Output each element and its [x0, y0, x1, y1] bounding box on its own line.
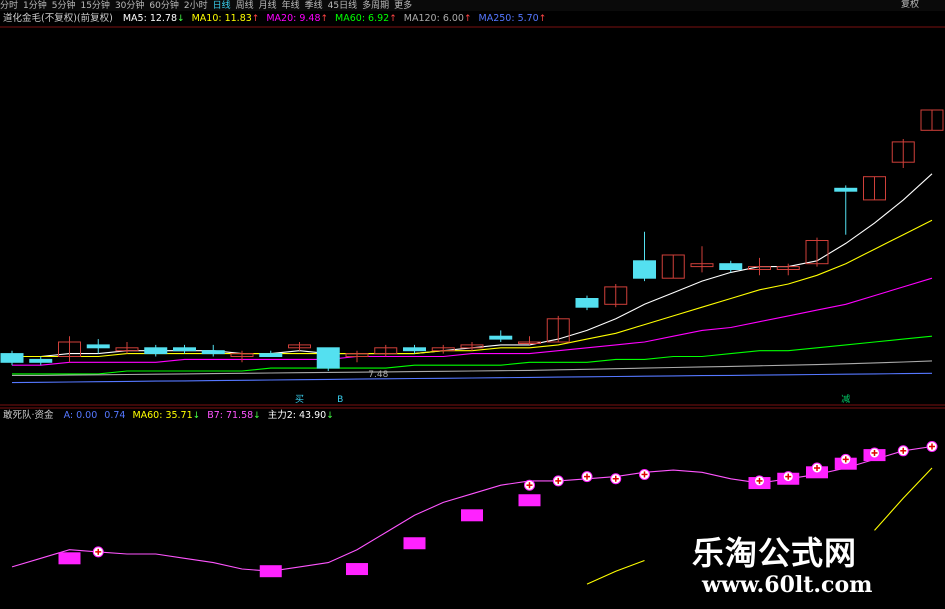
signal-box	[346, 563, 368, 576]
sub-line-ma60	[586, 559, 645, 585]
candle-body	[719, 263, 743, 271]
candle-body	[173, 347, 196, 352]
signal-mark: 减	[841, 393, 850, 405]
signal-box	[403, 537, 426, 550]
candle-body	[0, 353, 24, 363]
watermark-cn: 乐淘公式网	[692, 534, 858, 572]
stock-chart[interactable]: 7.48 买 B 减	[0, 0, 945, 609]
signal-box	[461, 509, 483, 522]
ma-line-ma5	[12, 173, 933, 358]
candle-body	[86, 344, 110, 349]
candle-body	[403, 347, 426, 352]
candle-body	[834, 187, 858, 192]
sub-line-ma60	[874, 467, 933, 531]
signal-mark: B	[337, 395, 343, 405]
ma-line-ma120	[12, 360, 933, 376]
ma-line-ma10	[12, 219, 933, 358]
ma-line-ma60	[12, 335, 933, 375]
price-low-label: 7.48	[368, 370, 388, 380]
signal-mark: 买	[295, 394, 304, 405]
candle-body	[201, 350, 225, 355]
signal-box	[259, 565, 282, 578]
candle-body	[316, 347, 340, 369]
candle-body	[633, 260, 656, 279]
candle-body	[144, 347, 168, 355]
candle-body	[489, 335, 513, 340]
signal-box	[58, 552, 81, 565]
candle-body	[575, 298, 599, 308]
watermark-url: www.60lt.com	[702, 572, 873, 598]
candle-body	[259, 353, 283, 358]
candle-body	[29, 358, 53, 363]
signal-box	[518, 494, 541, 507]
